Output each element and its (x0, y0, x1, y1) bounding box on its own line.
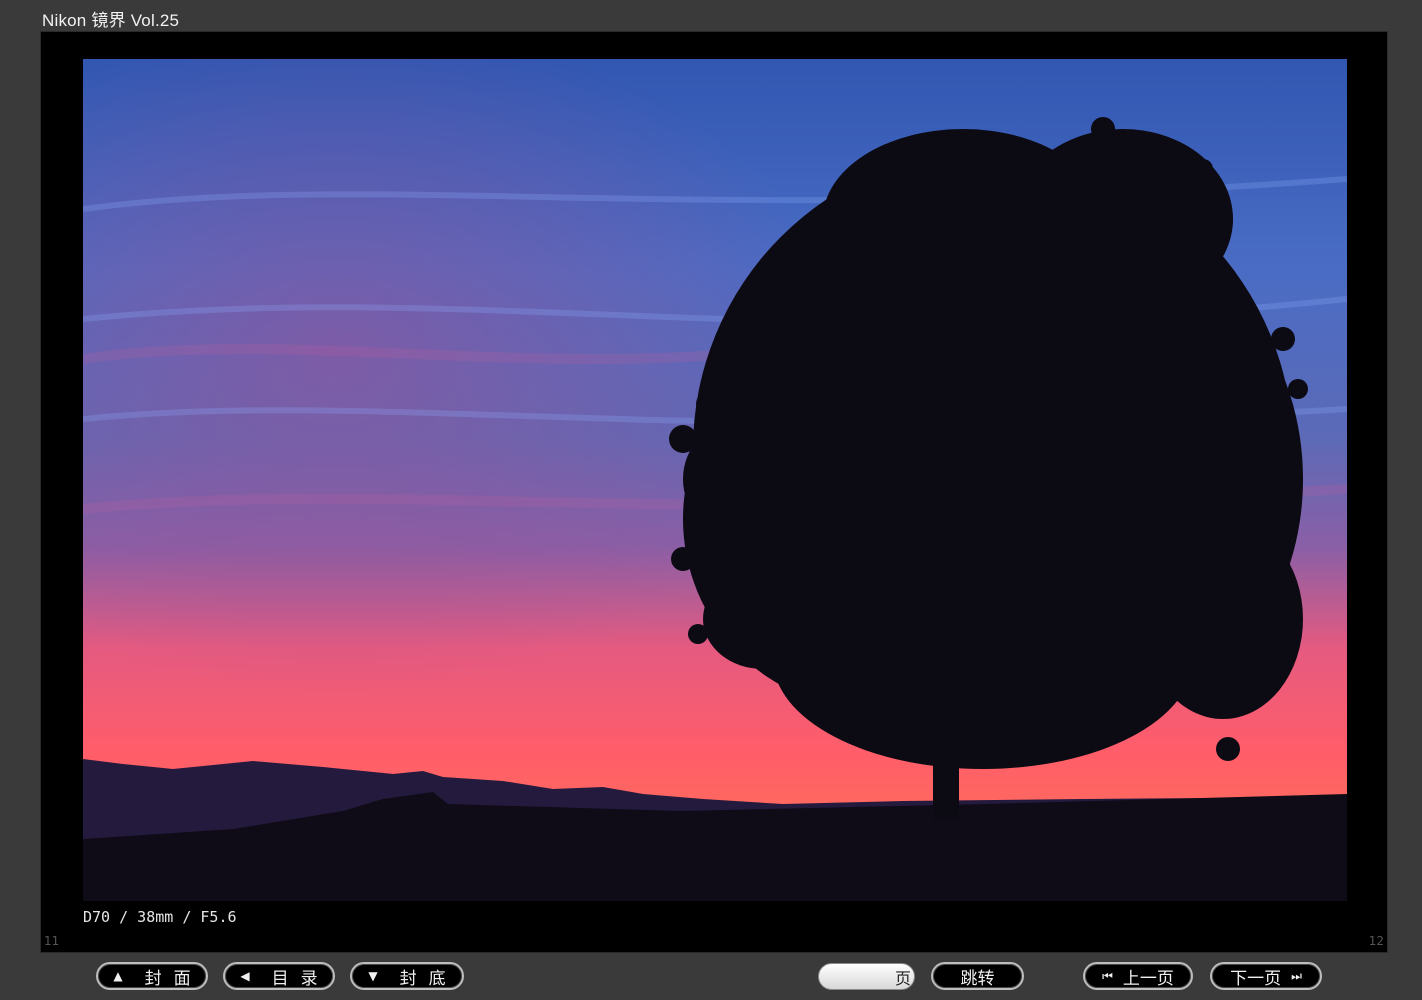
photo-exif-caption: D70 / 38mm / F5.6 (83, 908, 237, 926)
next-label: 下一页 (1230, 968, 1282, 989)
skip-back-icon: ⏮ (1102, 968, 1113, 983)
page-viewer: D70 / 38mm / F5.6 11 12 (40, 31, 1388, 953)
sunset-tree-photo (83, 59, 1347, 901)
go-to-page-button[interactable]: 跳转 (931, 962, 1024, 990)
skip-forward-icon: ⏭ (1291, 968, 1302, 983)
prev-label: 上一页 (1122, 968, 1174, 989)
previous-page-button[interactable]: ⏮ 上一页 (1083, 962, 1193, 990)
title-bar: Nikon 镜界 Vol.25 (0, 0, 1422, 30)
triangle-down-icon: ▼ (368, 969, 390, 983)
page-unit-label: 页 (895, 968, 912, 988)
go-label: 跳转 (960, 968, 995, 989)
left-page-number: 11 (44, 934, 60, 948)
page-number-field: 页 (818, 963, 915, 990)
next-page-button[interactable]: 下一页 ⏭ (1210, 962, 1322, 990)
app-title: Nikon 镜界 Vol.25 (42, 11, 180, 30)
toc-label: 目录 (271, 968, 330, 989)
table-of-contents-button[interactable]: ◀ 目录 (223, 962, 335, 990)
back-cover-button[interactable]: ▼ 封底 (350, 962, 464, 990)
back-cover-label: 封底 (399, 968, 458, 989)
right-page-number: 12 (1368, 934, 1384, 948)
cover-label: 封面 (144, 968, 203, 989)
page-number-input[interactable] (827, 967, 891, 986)
cover-button[interactable]: ▲ 封面 (96, 962, 208, 990)
triangle-up-icon: ▲ (113, 969, 135, 983)
triangle-left-icon: ◀ (240, 969, 262, 983)
